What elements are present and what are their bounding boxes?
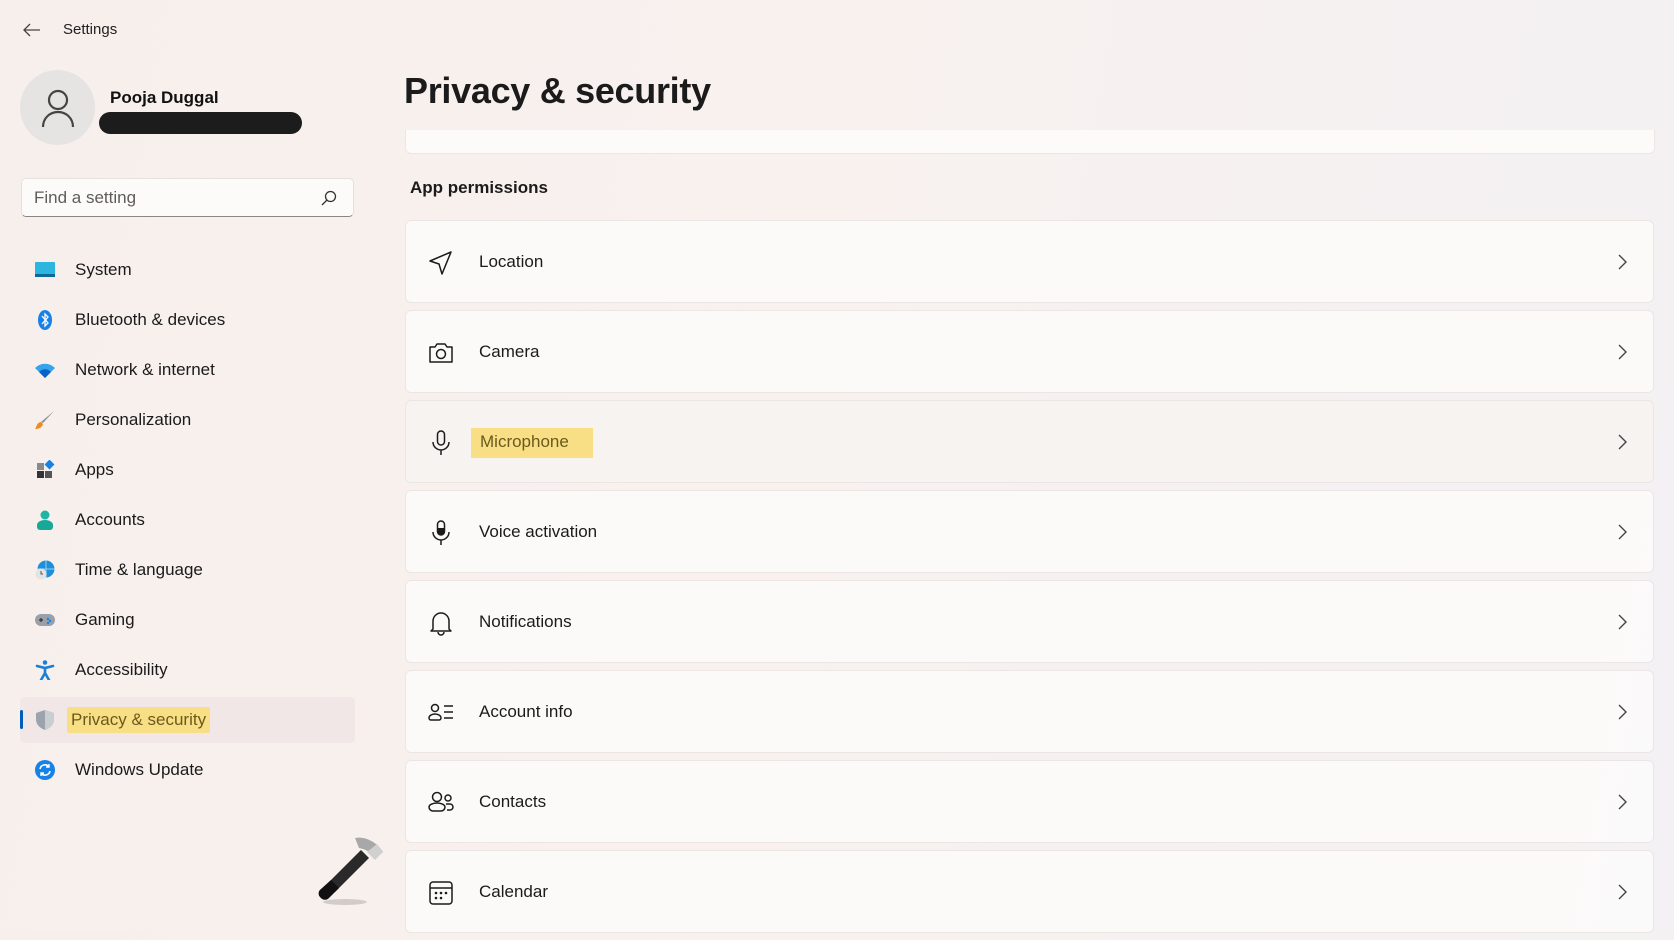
chevron-right-icon <box>1618 344 1627 360</box>
sidebar-item-accessibility[interactable]: Accessibility <box>20 647 355 693</box>
permissions-list: Location Camera Microphone Voice activat… <box>405 220 1654 940</box>
update-icon <box>35 760 55 780</box>
sidebar-item-system[interactable]: System <box>20 247 355 293</box>
sidebar-item-label: Accounts <box>75 510 145 529</box>
sidebar-item-label: Personalization <box>75 410 192 429</box>
permission-microphone[interactable]: Microphone <box>405 400 1654 483</box>
microphone-icon <box>432 430 450 455</box>
section-title: App permissions <box>410 178 548 197</box>
sidebar-item-label: Network & internet <box>75 360 215 379</box>
sidebar-item-label: Gaming <box>75 610 135 629</box>
permission-voice-activation[interactable]: Voice activation <box>405 490 1654 573</box>
sidebar-item-network[interactable]: Network & internet <box>20 347 355 393</box>
sidebar-item-label: Accessibility <box>75 660 168 679</box>
chevron-right-icon <box>1618 614 1627 630</box>
app-title: Settings <box>63 21 118 38</box>
selection-indicator <box>20 710 23 729</box>
sidebar-item-label: Time & language <box>75 560 203 579</box>
sidebar-item-apps[interactable]: Apps <box>20 447 355 493</box>
shield-icon <box>36 710 54 730</box>
permission-label: Voice activation <box>479 522 598 541</box>
permission-label: Location <box>479 252 544 271</box>
search-icon[interactable] <box>319 188 339 208</box>
permission-label: Calendar <box>479 882 548 901</box>
account-icon <box>37 510 53 530</box>
contacts-icon <box>428 791 454 812</box>
accessibility-icon <box>35 660 55 680</box>
location-arrow-icon <box>429 251 452 275</box>
sidebar-item-label: Privacy & security <box>67 707 211 733</box>
permission-location[interactable]: Location <box>405 220 1654 303</box>
bluetooth-icon <box>38 310 52 330</box>
search-box[interactable] <box>21 178 354 217</box>
chevron-right-icon <box>1618 524 1627 540</box>
voice-activation-icon <box>432 520 450 545</box>
sidebar-item-bluetooth[interactable]: Bluetooth & devices <box>20 297 355 343</box>
hammer-logo-icon <box>318 837 383 905</box>
sidebar-item-time-language[interactable]: Time & language <box>20 547 355 593</box>
avatar[interactable] <box>20 70 95 145</box>
sidebar-item-label: System <box>75 260 132 279</box>
permission-label: Camera <box>479 342 540 361</box>
search-input[interactable] <box>34 179 304 216</box>
bell-icon <box>430 612 452 636</box>
sidebar-item-personalization[interactable]: Personalization <box>20 397 355 443</box>
partial-card[interactable] <box>405 130 1655 154</box>
page-title: Privacy & security <box>404 70 711 111</box>
camera-icon <box>429 343 453 363</box>
sidebar-item-gaming[interactable]: Gaming <box>20 597 355 643</box>
system-display-icon <box>35 262 55 277</box>
wifi-icon <box>35 363 55 378</box>
account-info-icon <box>428 703 453 721</box>
permission-label: Account info <box>479 702 573 721</box>
sidebar-item-label: Windows Update <box>75 760 204 779</box>
sidebar-nav: System Bluetooth & devices Network & int… <box>20 247 355 797</box>
sidebar-item-accounts[interactable]: Accounts <box>20 497 355 543</box>
chevron-right-icon <box>1618 794 1627 810</box>
sidebar-item-label: Apps <box>75 460 114 479</box>
sidebar-item-label: Bluetooth & devices <box>75 310 226 329</box>
user-name: Pooja Duggal <box>110 88 219 107</box>
paintbrush-icon <box>35 411 54 429</box>
globe-clock-icon <box>35 560 55 580</box>
calendar-icon <box>429 881 453 905</box>
chevron-right-icon <box>1618 884 1627 900</box>
redacted-email <box>99 112 302 134</box>
apps-icon <box>37 460 55 478</box>
sidebar-item-privacy-security[interactable]: Privacy & security <box>20 697 355 743</box>
permission-label: Microphone <box>471 428 593 458</box>
chevron-right-icon <box>1618 434 1627 450</box>
permission-label: Contacts <box>479 792 547 811</box>
person-icon <box>41 89 74 127</box>
permission-camera[interactable]: Camera <box>405 310 1654 393</box>
permission-notifications[interactable]: Notifications <box>405 580 1654 663</box>
arrow-left-icon <box>23 23 40 37</box>
sidebar-item-windows-update[interactable]: Windows Update <box>20 747 355 793</box>
permission-contacts[interactable]: Contacts <box>405 760 1654 843</box>
chevron-right-icon <box>1618 704 1627 720</box>
permission-account-info[interactable]: Account info <box>405 670 1654 753</box>
back-button[interactable] <box>20 18 44 42</box>
permission-calendar[interactable]: Calendar <box>405 850 1654 933</box>
gamepad-icon <box>35 614 55 626</box>
permission-label: Notifications <box>479 612 572 631</box>
chevron-right-icon <box>1618 254 1627 270</box>
